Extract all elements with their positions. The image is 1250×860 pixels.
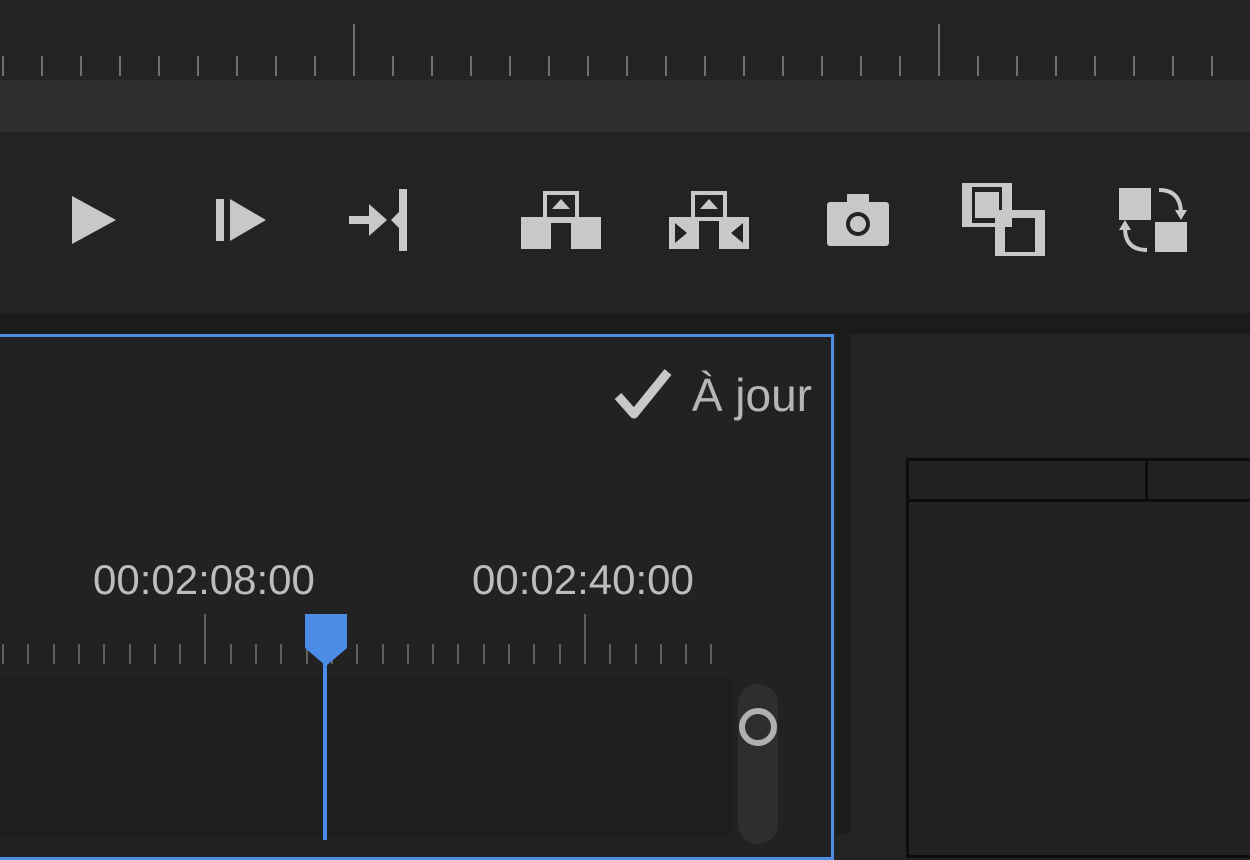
ruler-tick [899,56,901,76]
ruler-tick [255,644,257,664]
panel-divider[interactable] [0,314,1250,334]
step-forward-button[interactable] [200,180,280,260]
ruler-tick [821,56,823,76]
toggle-proxies-icon [1119,188,1187,252]
ruler-tick [1133,56,1135,76]
ruler-tick [154,644,156,664]
ruler-tick [197,56,199,76]
render-status: À jour [612,366,812,424]
ruler-tick [41,56,43,76]
ruler-tick [533,644,535,664]
ruler-tick [1055,56,1057,76]
lift-button[interactable] [516,180,606,260]
ruler-tick [407,644,409,664]
ruler-tick [78,644,80,664]
comparison-view-icon [962,183,1045,256]
ruler-tick [559,644,561,664]
ruler-tick [710,644,712,664]
extract-button[interactable] [664,180,754,260]
ruler-tick [509,56,511,76]
status-label: À jour [691,369,812,421]
ruler-tick [938,24,940,76]
ruler-tick [587,56,589,76]
ruler-tick [609,644,611,664]
program-scroll-strip[interactable] [0,80,1250,132]
ruler-tick [314,56,316,76]
export-frame-button[interactable] [820,180,896,260]
ruler-tick [2,644,4,664]
ruler-tick [483,644,485,664]
ruler-tick [392,56,394,76]
extract-icon [669,191,749,249]
ruler-tick [1016,56,1018,76]
ruler-tick [2,56,4,76]
ruler-tick [1094,56,1096,76]
ruler-tick [860,56,862,76]
ruler-tick [431,56,433,76]
ruler-tick [236,56,238,76]
track-area[interactable] [0,678,734,838]
comparison-view-button[interactable] [956,180,1052,260]
go-to-out-point-icon [349,189,407,251]
transport-toolbar [0,132,1250,314]
play-icon [72,196,116,244]
ruler-tick [977,56,979,76]
lift-icon [521,191,601,249]
program-timeline-ruler[interactable] [0,0,1250,80]
right-table-header [906,458,1250,502]
ruler-tick [119,56,121,76]
timecode-label: 00:02:40:00 [472,556,694,603]
ruler-tick [660,644,662,664]
panel-divider[interactable] [836,334,850,834]
ruler-tick [80,56,82,76]
ruler-tick [179,644,181,664]
ruler-tick [743,56,745,76]
ruler-tick [204,614,206,664]
playhead-line[interactable] [323,650,327,840]
timecode-label: 00:02:08:00 [93,556,315,603]
ruler-tick [685,644,687,664]
ruler-tick [470,56,472,76]
camera-icon [827,194,889,246]
ruler-tick [782,56,784,76]
right-table [906,458,1250,858]
play-button[interactable] [50,180,130,260]
ruler-tick [158,56,160,76]
checkmark-icon [614,369,672,419]
ruler-tick [353,24,355,76]
ruler-tick [53,644,55,664]
ruler-tick [704,56,706,76]
step-forward-icon [216,199,266,241]
ruler-tick [356,644,358,664]
toggle-proxies-button[interactable] [1110,180,1196,260]
ruler-tick [1211,56,1213,76]
ruler-tick [548,56,550,76]
ruler-tick [280,644,282,664]
ruler-tick [27,644,29,664]
ruler-tick [665,56,667,76]
ruler-tick [230,644,232,664]
playhead-handle[interactable] [303,612,349,666]
column-divider[interactable] [1145,458,1148,502]
ruler-tick [129,644,131,664]
ruler-tick [626,56,628,76]
ruler-tick [508,644,510,664]
ruler-tick [432,644,434,664]
ruler-tick [275,56,277,76]
ruler-tick [635,644,637,664]
ruler-tick [584,614,586,664]
go-to-out-button[interactable] [340,180,420,260]
ruler-tick [1172,56,1174,76]
scrollbar-handle[interactable] [737,706,779,748]
ruler-tick [382,644,384,664]
time-ruler[interactable] [0,610,720,670]
ruler-tick [457,644,459,664]
ruler-tick [103,644,105,664]
